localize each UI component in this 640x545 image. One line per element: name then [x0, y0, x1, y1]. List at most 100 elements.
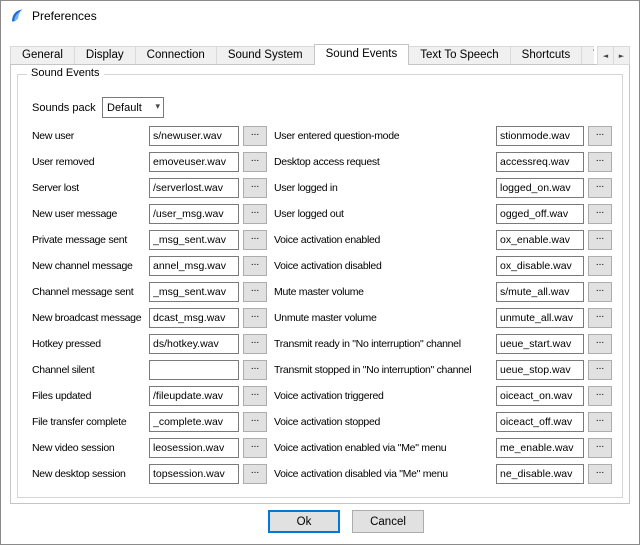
sound-events-group: Sound Events Sounds pack Default ▾ New u… [17, 74, 623, 498]
browse-button[interactable]: ... [588, 256, 612, 276]
sound-event-row: User logged out... [274, 204, 614, 224]
browse-button[interactable]: ... [243, 152, 267, 172]
sound-file-input[interactable] [496, 204, 584, 224]
sound-file-input[interactable] [149, 308, 239, 328]
browse-button[interactable]: ... [588, 126, 612, 146]
sound-event-row: Voice activation enabled... [274, 230, 614, 250]
sound-file-input[interactable] [496, 308, 584, 328]
sound-file-input[interactable] [496, 360, 584, 380]
browse-button[interactable]: ... [243, 412, 267, 432]
sound-event-row: New user message... [32, 204, 270, 224]
sound-file-input[interactable] [496, 464, 584, 484]
browse-button[interactable]: ... [588, 464, 612, 484]
sound-file-input[interactable] [496, 386, 584, 406]
browse-button[interactable]: ... [588, 360, 612, 380]
browse-button[interactable]: ... [588, 152, 612, 172]
sound-event-label: Unmute master volume [274, 312, 496, 324]
sound-event-row: User entered question-mode... [274, 126, 614, 146]
cancel-button[interactable]: Cancel [352, 510, 424, 533]
sound-events-column-left: New user...User removed...Server lost...… [32, 126, 270, 490]
sound-events-column-right: User entered question-mode... Desktop acc… [274, 126, 614, 490]
sounds-pack-select[interactable]: Default ▾ [102, 97, 164, 118]
browse-button[interactable]: ... [243, 256, 267, 276]
sound-file-input[interactable] [496, 438, 584, 458]
browse-button[interactable]: ... [243, 282, 267, 302]
browse-button[interactable]: ... [243, 386, 267, 406]
sound-file-input[interactable] [496, 334, 584, 354]
sound-event-row: New video session... [32, 438, 270, 458]
tab-sound-system[interactable]: Sound System [216, 46, 315, 65]
sound-event-label: Desktop access request [274, 156, 496, 168]
sound-file-input[interactable] [496, 126, 584, 146]
sound-event-row: Voice activation stopped... [274, 412, 614, 432]
sound-event-label: Channel message sent [32, 286, 149, 298]
sound-file-input[interactable] [149, 126, 239, 146]
sound-event-label: Server lost [32, 182, 149, 194]
sound-file-input[interactable] [496, 230, 584, 250]
sound-event-row: Transmit stopped in "No interruption" ch… [274, 360, 614, 380]
browse-button[interactable]: ... [243, 204, 267, 224]
sound-file-input[interactable] [149, 360, 239, 380]
sound-file-input[interactable] [496, 152, 584, 172]
sound-event-label: New broadcast message [32, 312, 149, 324]
sound-event-row: New channel message... [32, 256, 270, 276]
sound-event-label: Channel silent [32, 364, 149, 376]
sound-file-input[interactable] [149, 334, 239, 354]
sound-file-input[interactable] [149, 256, 239, 276]
window-title: Preferences [32, 9, 97, 23]
sound-file-input[interactable] [496, 178, 584, 198]
preferences-window: Preferences GeneralDisplayConnectionSoun… [0, 0, 640, 545]
sound-file-input[interactable] [496, 412, 584, 432]
sound-event-label: New channel message [32, 260, 149, 272]
tab-sound-events[interactable]: Sound Events [314, 44, 410, 65]
tab-general[interactable]: General [10, 46, 75, 65]
tab-display[interactable]: Display [74, 46, 136, 65]
browse-button[interactable]: ... [588, 412, 612, 432]
tab-video[interactable]: Video [581, 46, 594, 65]
browse-button[interactable]: ... [243, 360, 267, 380]
browse-button[interactable]: ... [243, 438, 267, 458]
browse-button[interactable]: ... [588, 438, 612, 458]
ok-button[interactable]: Ok [268, 510, 340, 533]
browse-button[interactable]: ... [243, 126, 267, 146]
browse-button[interactable]: ... [243, 178, 267, 198]
browse-button[interactable]: ... [243, 334, 267, 354]
tab-text-to-speech[interactable]: Text To Speech [408, 46, 510, 65]
sound-event-row: Channel silent... [32, 360, 270, 380]
sound-event-row: Voice activation triggered... [274, 386, 614, 406]
sound-event-row: Unmute master volume... [274, 308, 614, 328]
tab-shortcuts[interactable]: Shortcuts [510, 46, 583, 65]
sound-event-label: Voice activation enabled [274, 234, 496, 246]
sound-event-row: Private message sent... [32, 230, 270, 250]
browse-button[interactable]: ... [588, 178, 612, 198]
browse-button[interactable]: ... [588, 282, 612, 302]
browse-button[interactable]: ... [588, 204, 612, 224]
sound-file-input[interactable] [149, 412, 239, 432]
browse-button[interactable]: ... [588, 230, 612, 250]
sound-file-input[interactable] [496, 256, 584, 276]
sound-file-input[interactable] [496, 282, 584, 302]
tab-scroll-right-button[interactable]: ► [613, 46, 630, 65]
sound-event-row: Files updated... [32, 386, 270, 406]
tab-scroll-left-button[interactable]: ◄ [597, 46, 614, 65]
browse-button[interactable]: ... [588, 386, 612, 406]
sound-file-input[interactable] [149, 204, 239, 224]
sound-file-input[interactable] [149, 282, 239, 302]
sound-file-input[interactable] [149, 230, 239, 250]
browse-button[interactable]: ... [243, 230, 267, 250]
browse-button[interactable]: ... [243, 308, 267, 328]
sound-file-input[interactable] [149, 438, 239, 458]
sound-event-label: New video session [32, 442, 149, 454]
browse-button[interactable]: ... [243, 464, 267, 484]
sound-event-label: Transmit stopped in "No interruption" ch… [274, 364, 496, 376]
browse-button[interactable]: ... [588, 308, 612, 328]
sound-event-row: Transmit ready in "No interruption" chan… [274, 334, 614, 354]
sound-event-row: User logged in... [274, 178, 614, 198]
sound-file-input[interactable] [149, 178, 239, 198]
tab-connection[interactable]: Connection [135, 46, 217, 65]
sound-event-label: Private message sent [32, 234, 149, 246]
sound-file-input[interactable] [149, 386, 239, 406]
sound-file-input[interactable] [149, 152, 239, 172]
sound-file-input[interactable] [149, 464, 239, 484]
browse-button[interactable]: ... [588, 334, 612, 354]
